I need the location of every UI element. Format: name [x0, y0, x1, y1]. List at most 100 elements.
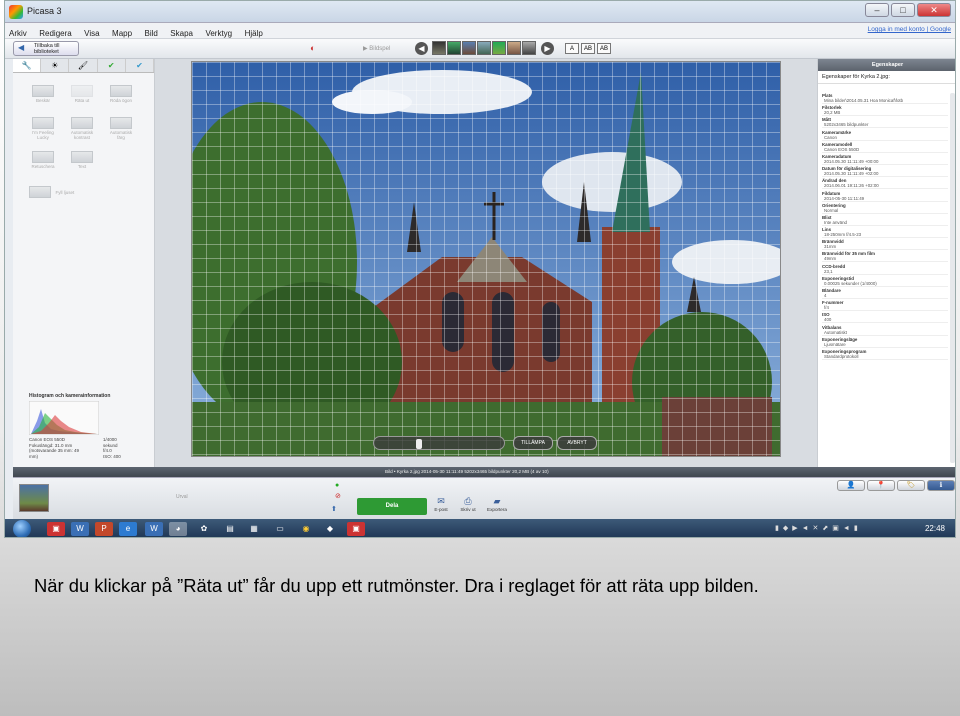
email-button[interactable]: ✉ E-post	[427, 496, 455, 512]
start-button-icon[interactable]	[13, 520, 31, 537]
property-item: Blixt Inte använd	[822, 215, 948, 226]
slide-background: Picasa 3 – □ ✕ Arkiv Redigera Visa Mapp …	[0, 0, 960, 716]
tool-text[interactable]: Text	[68, 151, 96, 169]
taskbar-app-icon[interactable]: ▭	[271, 522, 289, 536]
taskbar-picasa-icon[interactable]: ◕	[169, 522, 187, 536]
taskbar-app-icon[interactable]: ▣	[347, 522, 365, 536]
window-controls: – □ ✕	[865, 3, 951, 17]
export-button[interactable]: ▰ Exportera	[483, 496, 511, 512]
edit-tabs: 🔧 ☀ 🖌 ✔ ✔	[13, 59, 155, 73]
tool-crop[interactable]: Beskär	[29, 85, 57, 103]
clear-red-icon[interactable]: ⊘	[335, 492, 341, 500]
straighten-grid-overlay	[192, 62, 780, 456]
property-value: Normal	[822, 208, 948, 214]
histogram-section: Histogram och kamerainformation Canon EO…	[29, 393, 157, 467]
taskbar-app-icon[interactable]: W	[71, 522, 89, 536]
tab-effects-2-icon[interactable]: ✔	[98, 59, 126, 72]
property-item: Lins 18-250mm f/4.5-23	[822, 227, 948, 239]
view-compare-button[interactable]: AB	[581, 43, 595, 54]
tool-label: I'm Feeling Lucky	[32, 130, 54, 140]
taskbar-chrome-icon[interactable]: ◉	[297, 522, 315, 536]
login-link[interactable]: Logga in med konto | Google	[868, 26, 951, 33]
system-tray-icons[interactable]: ▮◆▶◄✕⬈▣◄▮	[775, 524, 862, 532]
tool-label: Retuschera	[31, 164, 55, 169]
fill-light-icon	[29, 185, 51, 198]
tray-right-buttons: 👤 📍 🏷 ℹ	[837, 480, 955, 491]
photo-church[interactable]	[191, 61, 781, 457]
property-item: Filstorlek 20,2 MB	[822, 105, 948, 117]
thumbnail[interactable]	[432, 41, 446, 55]
title-bar: Picasa 3 – □ ✕	[5, 1, 955, 23]
tool-red-eye[interactable]: Röda ögon	[107, 85, 135, 103]
tab-effects-brush-icon[interactable]: 🖌	[69, 59, 98, 72]
thumbnail[interactable]	[492, 41, 506, 55]
tool-fill-light[interactable]: Fyll ljuset	[29, 183, 139, 201]
info-button-icon[interactable]: ℹ	[927, 480, 955, 491]
print-label: Skriv ut	[460, 507, 476, 512]
tool-feeling-lucky[interactable]: I'm Feeling Lucky	[29, 117, 57, 140]
people-button-icon[interactable]: 👤	[837, 480, 865, 491]
property-item: Datum för digitalisering 2014.05.30 11:11…	[822, 166, 948, 178]
next-image-button[interactable]: ▶	[541, 42, 554, 55]
property-value: 5202x3465 bildpunkter	[822, 122, 948, 129]
taskbar-app-icon[interactable]: ✿	[195, 522, 213, 536]
property-item: F-nummer f/4	[822, 300, 948, 312]
pin-green-icon[interactable]: ●	[335, 482, 339, 489]
text-icon	[71, 151, 93, 163]
tab-tuning-sun-icon[interactable]: ☀	[41, 59, 70, 72]
tool-label: Röda ögon	[109, 98, 133, 103]
tool-retouch[interactable]: Retuschera	[29, 151, 57, 169]
tab-effects-3-icon[interactable]: ✔	[126, 59, 155, 72]
retouch-icon	[32, 151, 54, 163]
tool-auto-contrast[interactable]: Automatisk kontrast	[68, 117, 96, 140]
thumbnail[interactable]	[447, 41, 461, 55]
export-label: Exportera	[487, 507, 507, 512]
taskbar-app-icon[interactable]: ▦	[245, 522, 263, 536]
taskbar-app-icon[interactable]: P	[95, 522, 113, 536]
thumbnail[interactable]	[462, 41, 476, 55]
property-value: Canon EOS 550D	[822, 147, 948, 153]
tool-label: Beskär	[35, 98, 50, 103]
slideshow-button[interactable]: ▶ Bildspel	[363, 45, 390, 52]
feeling-lucky-icon	[32, 117, 54, 129]
print-button[interactable]: ⎙ Skriv ut	[454, 496, 482, 512]
places-button-icon[interactable]: 📍	[867, 480, 895, 491]
share-button[interactable]: Dela	[357, 498, 427, 515]
apply-button[interactable]: TILLÄMPA	[513, 436, 553, 450]
taskbar-app-icon[interactable]: ◆	[321, 522, 339, 536]
close-button[interactable]: ✕	[917, 3, 951, 17]
menu-bar: Arkiv Redigera Visa Mapp Bild Skapa Verk…	[5, 23, 955, 39]
tool-auto-color[interactable]: Automatisk färg	[107, 117, 135, 140]
property-value: 20,2 MB	[822, 110, 948, 117]
upload-blue-icon[interactable]: ⬆	[331, 505, 337, 513]
minimize-button[interactable]: –	[865, 3, 889, 17]
property-value: 2014.05.30 11:11:49 +00:00	[822, 159, 948, 165]
thumbnail-strip	[432, 41, 536, 55]
tab-basic-fixes-wrench-icon[interactable]: 🔧	[13, 59, 42, 72]
back-to-library-label: Tillbaka till biblioteket	[34, 43, 60, 55]
properties-scrollbar[interactable]	[950, 93, 955, 463]
color-wheel-icon[interactable]: ◐	[310, 43, 315, 53]
back-to-library-button[interactable]: ◀ Tillbaka till biblioteket	[13, 41, 79, 56]
tray-thumbnail[interactable]	[19, 484, 49, 512]
straighten-slider-knob[interactable]	[415, 439, 422, 449]
previous-image-button[interactable]: ◀	[415, 42, 428, 55]
straighten-slider[interactable]	[373, 436, 505, 450]
cancel-button[interactable]: AVBRYT	[557, 436, 597, 450]
taskbar-app-icon[interactable]: W	[145, 522, 163, 536]
thumbnail[interactable]	[477, 41, 491, 55]
view-single-button[interactable]: A	[565, 43, 579, 54]
view-compare-alt-button[interactable]: AB	[597, 43, 611, 54]
taskbar-app-icon[interactable]: e	[119, 522, 137, 536]
taskbar-app-icon[interactable]: ▣	[47, 522, 65, 536]
taskbar-app-icon[interactable]: ▤	[221, 522, 239, 536]
property-value: Inte använd	[822, 220, 948, 226]
property-item: Kameradatum 2014.05.30 11:11:49 +00:00	[822, 154, 948, 165]
maximize-button[interactable]: □	[891, 3, 915, 17]
properties-panel: Egenskaper Egenskaper för Kyrka 2.jpg: P…	[817, 59, 955, 467]
thumbnail[interactable]	[522, 41, 536, 55]
straighten-icon	[71, 85, 93, 97]
tags-button-icon[interactable]: 🏷	[897, 480, 925, 491]
tool-straighten[interactable]: Räta ut	[68, 85, 96, 103]
thumbnail[interactable]	[507, 41, 521, 55]
